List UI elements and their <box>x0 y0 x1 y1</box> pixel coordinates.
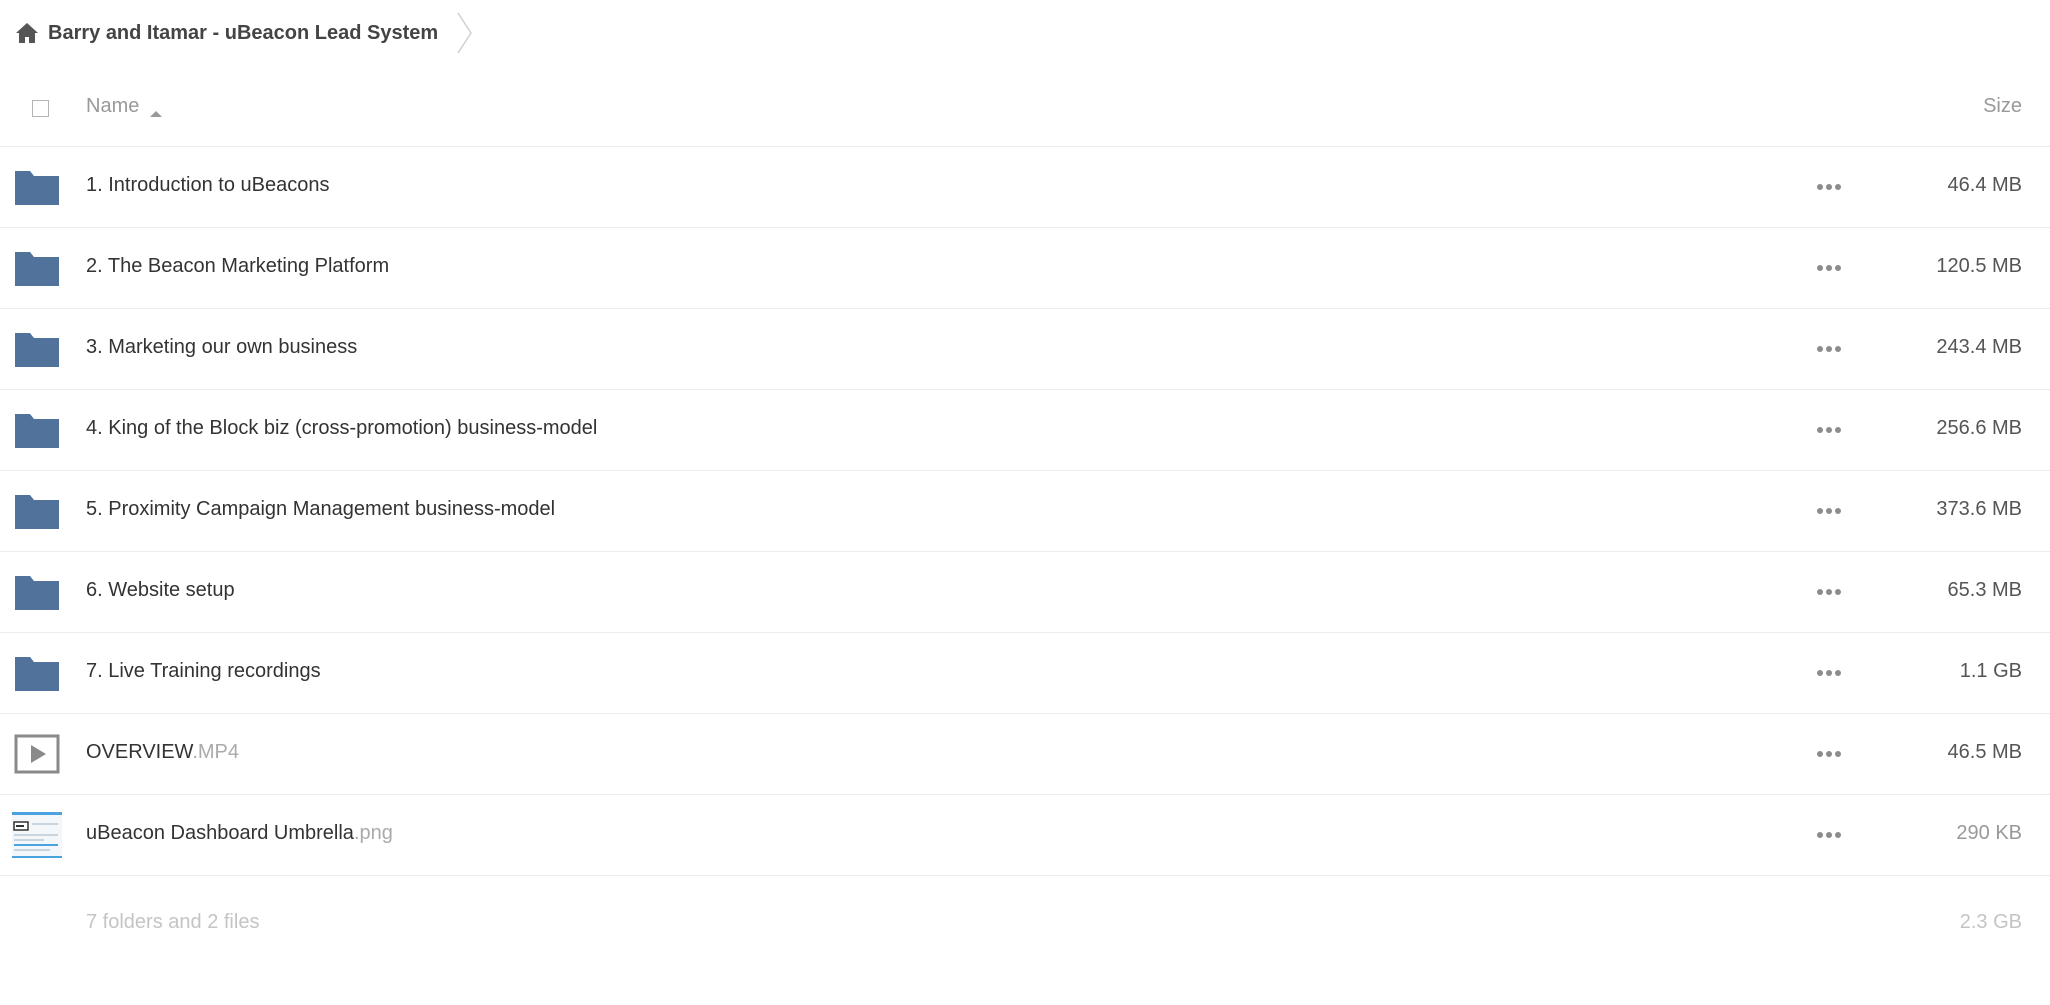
folder-icon <box>14 489 60 533</box>
more-options-icon[interactable] <box>1815 744 1843 764</box>
file-name-link[interactable]: 7. Live Training recordings <box>86 660 321 683</box>
file-table: Name Size 1. Introduction to uBeacons 46.… <box>0 75 2050 972</box>
image-thumbnail <box>12 810 62 858</box>
size-column-header[interactable]: Size <box>1983 95 2022 118</box>
more-options-icon[interactable] <box>1815 258 1843 278</box>
file-extension: .MP4 <box>192 741 240 763</box>
table-row[interactable]: 7. Live Training recordings 1.1 GB <box>0 633 2050 714</box>
table-row[interactable]: 4. King of the Block biz (cross-promotio… <box>0 390 2050 471</box>
folder-icon <box>14 246 60 290</box>
table-row[interactable]: 3. Marketing our own business 243.4 MB <box>0 309 2050 390</box>
folder-icon <box>14 651 60 695</box>
folder-icon <box>14 570 60 614</box>
more-options-icon[interactable] <box>1815 663 1843 683</box>
file-name-link[interactable]: 2. The Beacon Marketing Platform <box>86 255 389 278</box>
file-size: 373.6 MB <box>1936 498 2022 520</box>
breadcrumb-title[interactable]: Barry and Itamar - uBeacon Lead System <box>48 22 438 45</box>
file-size: 65.3 MB <box>1947 579 2022 601</box>
name-column-label: Name <box>86 95 140 117</box>
file-name: 7. Live Training recordings <box>86 660 321 682</box>
file-size: 243.4 MB <box>1936 336 2022 358</box>
table-row[interactable]: 1. Introduction to uBeacons 46.4 MB <box>0 147 2050 228</box>
more-options-icon[interactable] <box>1815 501 1843 521</box>
breadcrumb: Barry and Itamar - uBeacon Lead System <box>14 10 474 56</box>
file-size: 1.1 GB <box>1959 660 2022 682</box>
file-size: 290 KB <box>1956 822 2022 844</box>
summary-row: 7 folders and 2 files 2.3 GB <box>0 876 2050 972</box>
file-name: uBeacon Dashboard Umbrella <box>86 822 354 844</box>
file-name-link[interactable]: 6. Website setup <box>86 579 235 602</box>
more-options-icon[interactable] <box>1815 420 1843 440</box>
folder-icon <box>14 165 60 209</box>
select-all-checkbox[interactable] <box>32 100 49 117</box>
table-row[interactable]: 2. The Beacon Marketing Platform 120.5 MB <box>0 228 2050 309</box>
table-row[interactable]: 5. Proximity Campaign Management busines… <box>0 471 2050 552</box>
video-icon <box>14 732 60 776</box>
file-name: 6. Website setup <box>86 579 235 601</box>
home-icon[interactable] <box>14 20 40 46</box>
file-size: 46.4 MB <box>1947 174 2022 196</box>
file-name: OVERVIEW <box>86 741 193 763</box>
file-name-link[interactable]: OVERVIEW.MP4 <box>86 741 239 764</box>
file-extension: .png <box>353 822 393 844</box>
file-size: 120.5 MB <box>1936 255 2022 277</box>
folder-icon <box>14 327 60 371</box>
folder-icon <box>14 408 60 452</box>
sort-ascending-icon <box>149 102 163 117</box>
more-options-icon[interactable] <box>1815 339 1843 359</box>
file-name: 5. Proximity Campaign Management busines… <box>86 498 556 520</box>
file-name-link[interactable]: uBeacon Dashboard Umbrella.png <box>86 822 393 845</box>
table-row[interactable]: 6. Website setup 65.3 MB <box>0 552 2050 633</box>
breadcrumb-separator-icon <box>456 11 474 55</box>
name-column-header[interactable]: Name <box>86 95 163 118</box>
file-name-link[interactable]: 5. Proximity Campaign Management busines… <box>86 498 555 521</box>
table-row[interactable]: OVERVIEW.MP4 46.5 MB <box>0 714 2050 795</box>
more-options-icon[interactable] <box>1815 582 1843 602</box>
more-options-icon[interactable] <box>1815 177 1843 197</box>
file-name: 4. King of the Block biz (cross-promotio… <box>86 417 598 439</box>
file-size: 46.5 MB <box>1947 741 2022 763</box>
more-options-icon[interactable] <box>1815 825 1843 845</box>
total-size: 2.3 GB <box>1959 911 2022 933</box>
file-size: 256.6 MB <box>1936 417 2022 439</box>
file-name: 3. Marketing our own business <box>86 336 358 358</box>
file-name-link[interactable]: 4. King of the Block biz (cross-promotio… <box>86 417 597 440</box>
summary-text: 7 folders and 2 files <box>86 911 260 933</box>
file-list: 1. Introduction to uBeacons 46.4 MB 2. The… <box>0 147 2050 876</box>
file-name-link[interactable]: 1. Introduction to uBeacons <box>86 174 330 197</box>
file-name: 1. Introduction to uBeacons <box>86 174 330 196</box>
table-row[interactable]: uBeacon Dashboard Umbrella.png 290 KB <box>0 795 2050 876</box>
file-name: 2. The Beacon Marketing Platform <box>86 255 390 277</box>
table-header: Name Size <box>0 75 2050 147</box>
file-name-link[interactable]: 3. Marketing our own business <box>86 336 357 359</box>
